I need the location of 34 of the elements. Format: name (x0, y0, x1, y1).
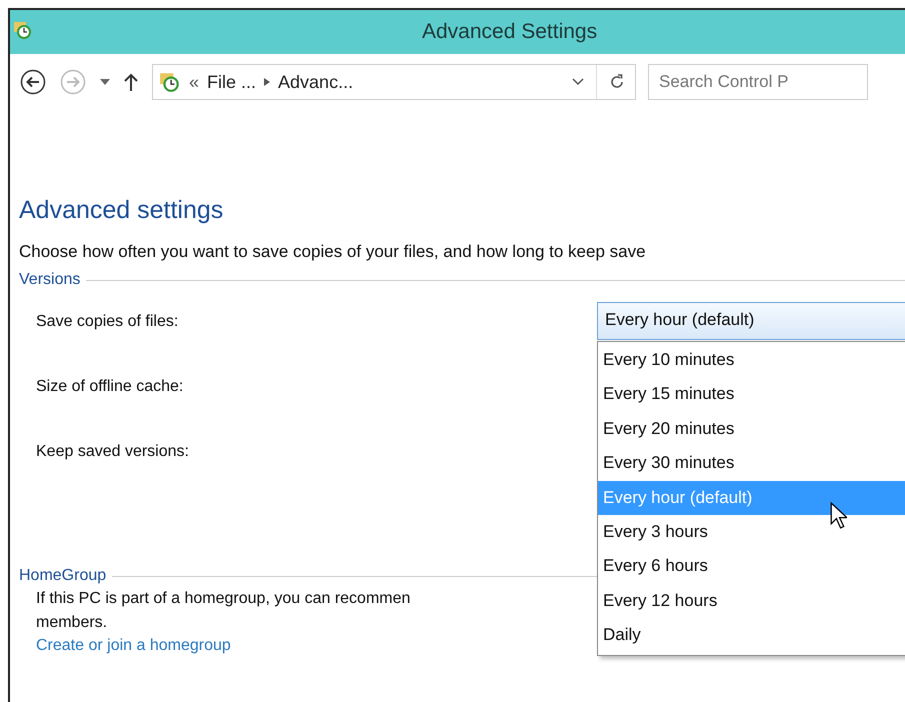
page-heading: Advanced settings (19, 196, 224, 226)
chevron-right-icon (264, 78, 270, 86)
text-line: members. (36, 613, 108, 633)
group-title: Versions (19, 271, 80, 289)
mouse-pointer-icon (830, 502, 847, 529)
dropdown-option[interactable]: Every 10 minutes (598, 343, 905, 378)
up-arrow-icon[interactable] (124, 73, 138, 91)
setting-label: Keep saved versions: (36, 442, 189, 460)
dropdown-option[interactable]: Every 20 minutes (598, 412, 905, 446)
refresh-icon[interactable] (609, 74, 625, 90)
dropdown-option[interactable]: Daily (598, 618, 905, 653)
setting-label: Size of offline cache: (36, 378, 184, 396)
back-button[interactable] (20, 69, 46, 95)
group-title: HomeGroup (19, 567, 106, 585)
dropdown-option[interactable]: Every 6 hours (598, 549, 905, 584)
address-bar[interactable]: « File ... Advanc... (152, 64, 636, 100)
folder-clock-icon (13, 20, 33, 40)
dropdown-option[interactable]: Every 30 minutes (598, 446, 905, 481)
dropdown[interactable]: Every hour (default) (597, 302, 905, 340)
description-text: Choose how often you want to save copies of your files, and how long to keep save (19, 242, 647, 262)
window-title: Advanced Settings (422, 20, 598, 44)
setting-label: Save copies of files: (36, 312, 178, 330)
caret-icon[interactable] (100, 79, 110, 85)
breadcrumb[interactable]: Advanc... (278, 72, 354, 92)
dropdown-option[interactable]: Every 12 hours (598, 584, 905, 618)
overflow-mark[interactable]: « (189, 72, 200, 92)
breadcrumb[interactable]: File ... (207, 72, 256, 92)
dropdown-option[interactable]: Every 3 hours (598, 514, 905, 550)
text-line: If this PC is part of a homegroup, you can recommen (36, 589, 410, 609)
search-field[interactable]: Search Control P (648, 64, 868, 100)
homegroup-link[interactable]: Create or join a homegroup (36, 637, 231, 655)
chevron-down-icon[interactable] (572, 78, 584, 86)
folder-clock-icon (159, 71, 181, 93)
dropdown-option[interactable]: Every 15 minutes (598, 377, 905, 412)
